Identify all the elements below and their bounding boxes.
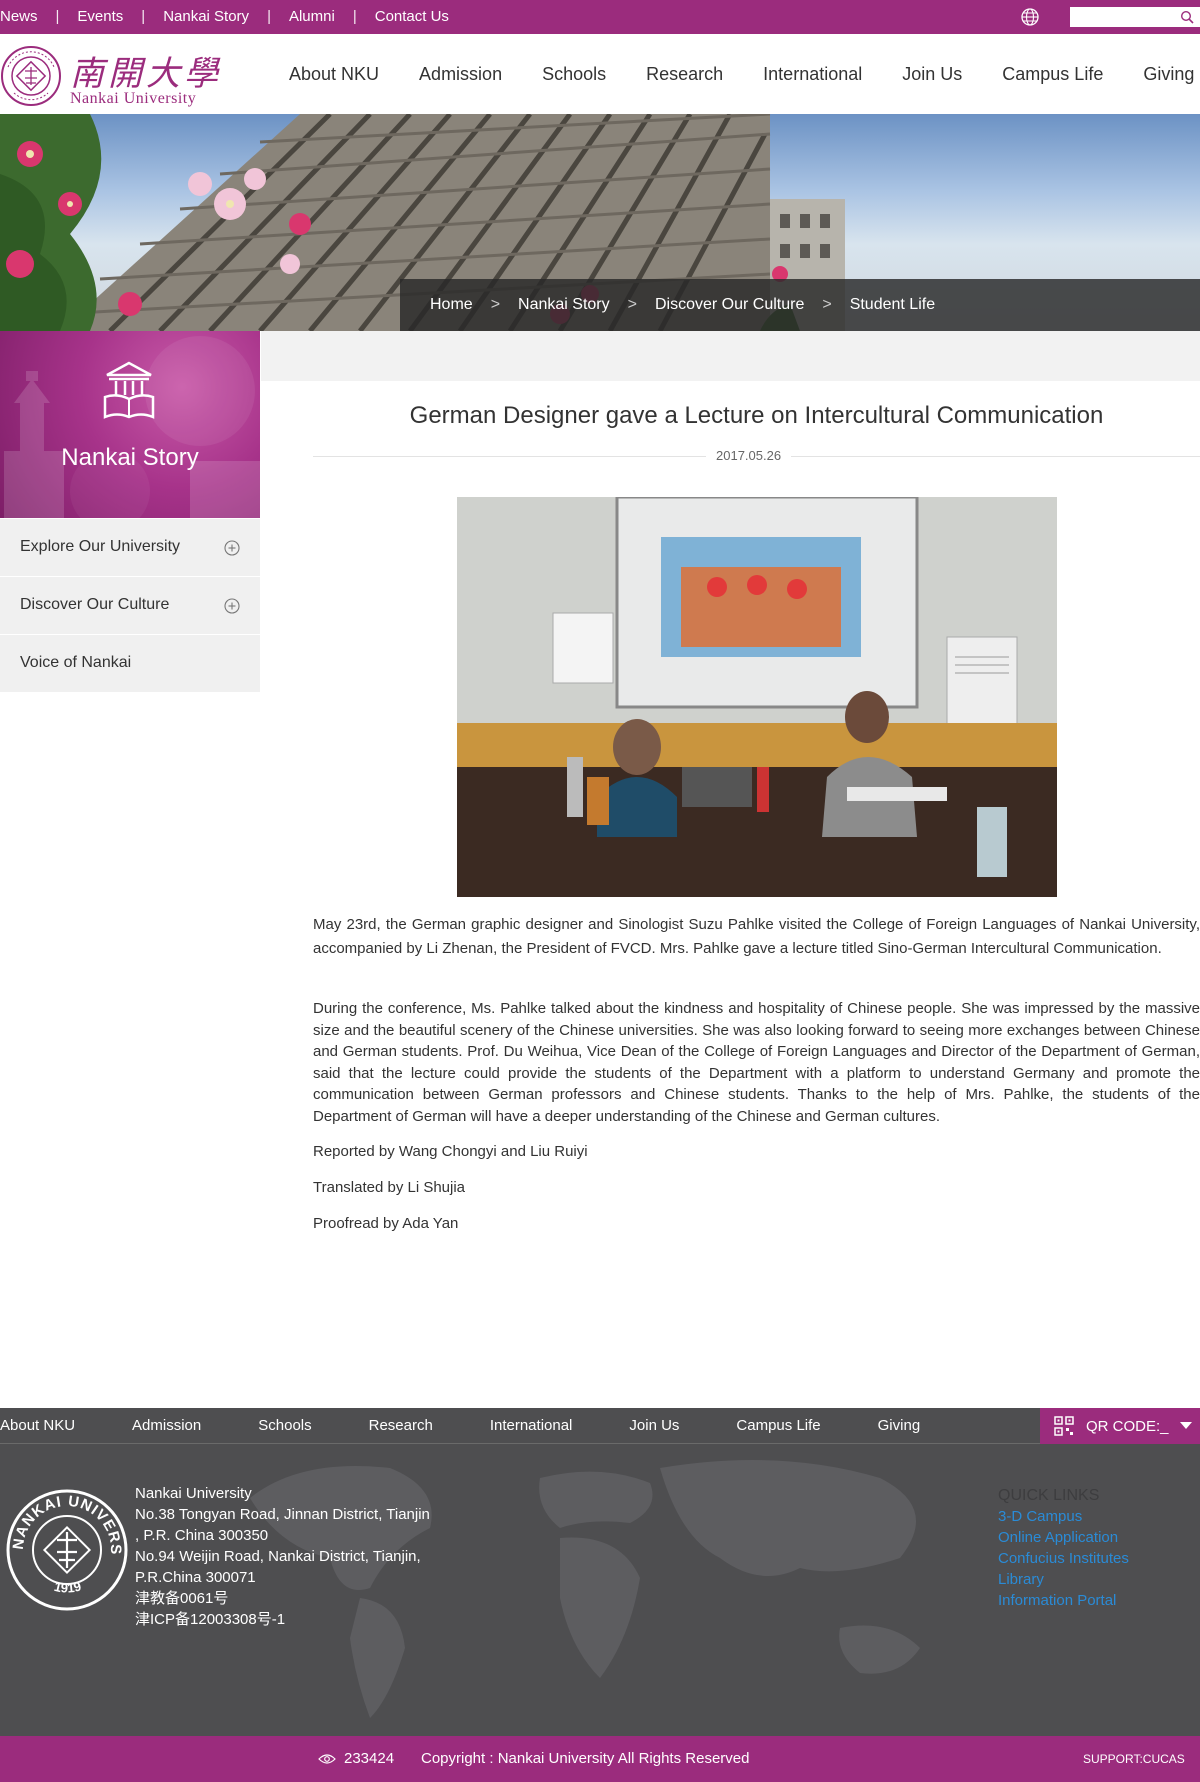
plus-circle-icon[interactable] — [224, 598, 240, 614]
breadcrumb-student-life[interactable]: Student Life — [850, 296, 935, 314]
quick-link-information-portal[interactable]: Information Portal — [998, 1590, 1129, 1611]
logo-english: Nankai University — [70, 90, 197, 107]
top-link-contact-us[interactable]: Contact Us — [375, 8, 449, 25]
footer-nav: About NKU Admission Schools Research Int… — [0, 1408, 1200, 1444]
footer-nav-giving[interactable]: Giving — [878, 1417, 921, 1434]
article-paragraph: May 23rd, the German graphic designer an… — [313, 916, 1200, 957]
breadcrumb-nankai-story[interactable]: Nankai Story — [518, 296, 610, 314]
footer-nav-join-us[interactable]: Join Us — [629, 1417, 679, 1434]
plus-circle-icon[interactable] — [224, 540, 240, 556]
address-line: No.94 Weijin Road, Nankai District, Tian… — [135, 1548, 421, 1565]
lecture-photo — [457, 497, 1057, 897]
svg-text:1919: 1919 — [53, 1578, 83, 1595]
address-line: Nankai University — [135, 1485, 252, 1502]
sidebar-item-explore-our-university[interactable]: Explore Our University — [0, 519, 260, 577]
address-line: No.38 Tongyan Road, Jinnan District, Tia… — [135, 1506, 430, 1523]
nav-admission[interactable]: Admission — [419, 64, 502, 85]
main-nav: About NKU Admission Schools Research Int… — [289, 64, 1200, 85]
visit-count: 233424 — [344, 1750, 395, 1767]
article-title: German Designer gave a Lecture on Interc… — [409, 402, 1104, 429]
quick-link-3d-campus[interactable]: 3-D Campus — [998, 1506, 1129, 1527]
tower-silhouette — [4, 336, 260, 518]
nav-join-us[interactable]: Join Us — [902, 64, 962, 85]
record-number[interactable]: 津教备0061号 — [135, 1588, 430, 1609]
qr-code-icon — [1054, 1416, 1074, 1436]
separator: | — [352, 8, 357, 25]
article-credit: Translated by Li Shujia — [313, 1179, 466, 1196]
article-credit: Reported by Wang Chongyi and Liu Ruiyi — [313, 1143, 588, 1160]
globe-icon[interactable] — [1020, 7, 1040, 27]
footer-address: Nankai University No.38 Tongyan Road, Ji… — [135, 1483, 430, 1630]
separator: | — [267, 8, 271, 25]
search-box — [1070, 7, 1200, 27]
footer-seal-logo: NANKAI UNIVERSITY 1919 — [5, 1488, 128, 1611]
breadcrumb-separator: > — [627, 296, 637, 313]
article-date: 2017.05.26 — [706, 448, 792, 463]
breadcrumb-separator: > — [490, 296, 501, 313]
separator: | — [55, 8, 60, 25]
address-line: , P.R. China 300350 — [135, 1527, 269, 1544]
nav-about-nku[interactable]: About NKU — [289, 64, 379, 85]
nav-schools[interactable]: Schools — [542, 64, 606, 85]
separator: | — [141, 8, 146, 25]
sidebar-item-label: Voice of Nankai — [20, 654, 132, 671]
nav-research[interactable]: Research — [646, 64, 723, 85]
copyright: Copyright : Nankai University All Rights… — [421, 1750, 750, 1767]
footer-nav-research[interactable]: Research — [369, 1417, 433, 1434]
address-line: P.R.China 300071 — [135, 1569, 256, 1586]
site-footer: About NKU Admission Schools Research Int… — [0, 1408, 1200, 1736]
seal-logo[interactable] — [0, 45, 62, 107]
qr-code-dropdown[interactable]: QR CODE:_ — [1040, 1408, 1200, 1444]
nav-giving[interactable]: Giving — [1143, 64, 1194, 85]
footer-nav-admission[interactable]: Admission — [132, 1417, 201, 1434]
seal-year: 1919 — [53, 1578, 83, 1595]
article-photo — [457, 497, 1057, 897]
sidebar-hero: Nankai Story — [0, 331, 260, 518]
icp-number[interactable]: 津ICP备12003308号-1 — [135, 1609, 430, 1630]
bottom-bar: 233424 Copyright : Nankai University All… — [0, 1736, 1200, 1782]
logo-chinese: 南開大學 — [70, 54, 222, 94]
quick-links: QUICK LINKS 3-D Campus Online Applicatio… — [998, 1485, 1129, 1611]
sidebar-item-discover-our-culture[interactable]: Discover Our Culture — [0, 577, 260, 635]
eye-icon — [318, 1753, 336, 1764]
qr-code-label: QR CODE:_ — [1086, 1417, 1169, 1435]
quick-link-confucius-institutes[interactable]: Confucius Institutes — [998, 1548, 1129, 1569]
svg-text:NANKAI UNIVERSITY: NANKAI UNIVERSITY — [5, 1488, 124, 1555]
search-icon[interactable] — [1180, 10, 1194, 24]
sidebar-item-label: Discover Our Culture — [20, 596, 170, 613]
content-top-bar — [261, 331, 1200, 381]
nav-international[interactable]: International — [763, 64, 862, 85]
nav-campus-life[interactable]: Campus Life — [1002, 64, 1103, 85]
sidebar-menu: Explore Our University Discover Our Cult… — [0, 519, 260, 693]
article-credit: Proofread by Ada Yan — [313, 1215, 459, 1232]
seal-text: NANKAI UNIVERSITY — [5, 1488, 123, 1555]
sidebar-item-voice-of-nankai[interactable]: Voice of Nankai — [0, 635, 260, 693]
top-link-alumni[interactable]: Alumni — [289, 8, 335, 25]
top-links: News | Events | Nankai Story | Alumni | … — [0, 8, 449, 25]
breadcrumb-home[interactable]: Home — [430, 296, 473, 314]
footer-nav-international[interactable]: International — [490, 1417, 573, 1434]
top-utility-bar: News | Events | Nankai Story | Alumni | … — [0, 0, 1200, 34]
breadcrumb: Home > Nankai Story > Discover Our Cultu… — [400, 279, 1200, 331]
caret-down-icon — [1180, 1422, 1192, 1429]
footer-nav-schools[interactable]: Schools — [258, 1417, 311, 1434]
quick-links-title: QUICK LINKS — [998, 1487, 1100, 1504]
top-link-nankai-story[interactable]: Nankai Story — [163, 8, 249, 25]
top-link-news[interactable]: News — [0, 8, 38, 25]
quick-link-library[interactable]: Library — [998, 1569, 1129, 1590]
breadcrumb-discover-our-culture[interactable]: Discover Our Culture — [655, 296, 804, 314]
article-paragraph: During the conference, Ms. Pahlke talked… — [313, 1000, 1200, 1125]
top-link-events[interactable]: Events — [77, 8, 123, 25]
library-icon — [103, 361, 155, 419]
quick-link-online-application[interactable]: Online Application — [998, 1527, 1129, 1548]
footer-nav-campus-life[interactable]: Campus Life — [736, 1417, 820, 1434]
footer-nav-about-nku[interactable]: About NKU — [0, 1417, 75, 1434]
site-header: 南開大學 Nankai University About NKU Admissi… — [0, 34, 1200, 114]
visit-counter: 233424 — [318, 1750, 394, 1767]
sidebar-title: Nankai Story — [61, 444, 199, 471]
breadcrumb-separator: > — [822, 296, 832, 313]
support-credit[interactable]: SUPPORT:CUCAS — [1083, 1752, 1185, 1766]
sidebar-item-label: Explore Our University — [20, 538, 181, 555]
